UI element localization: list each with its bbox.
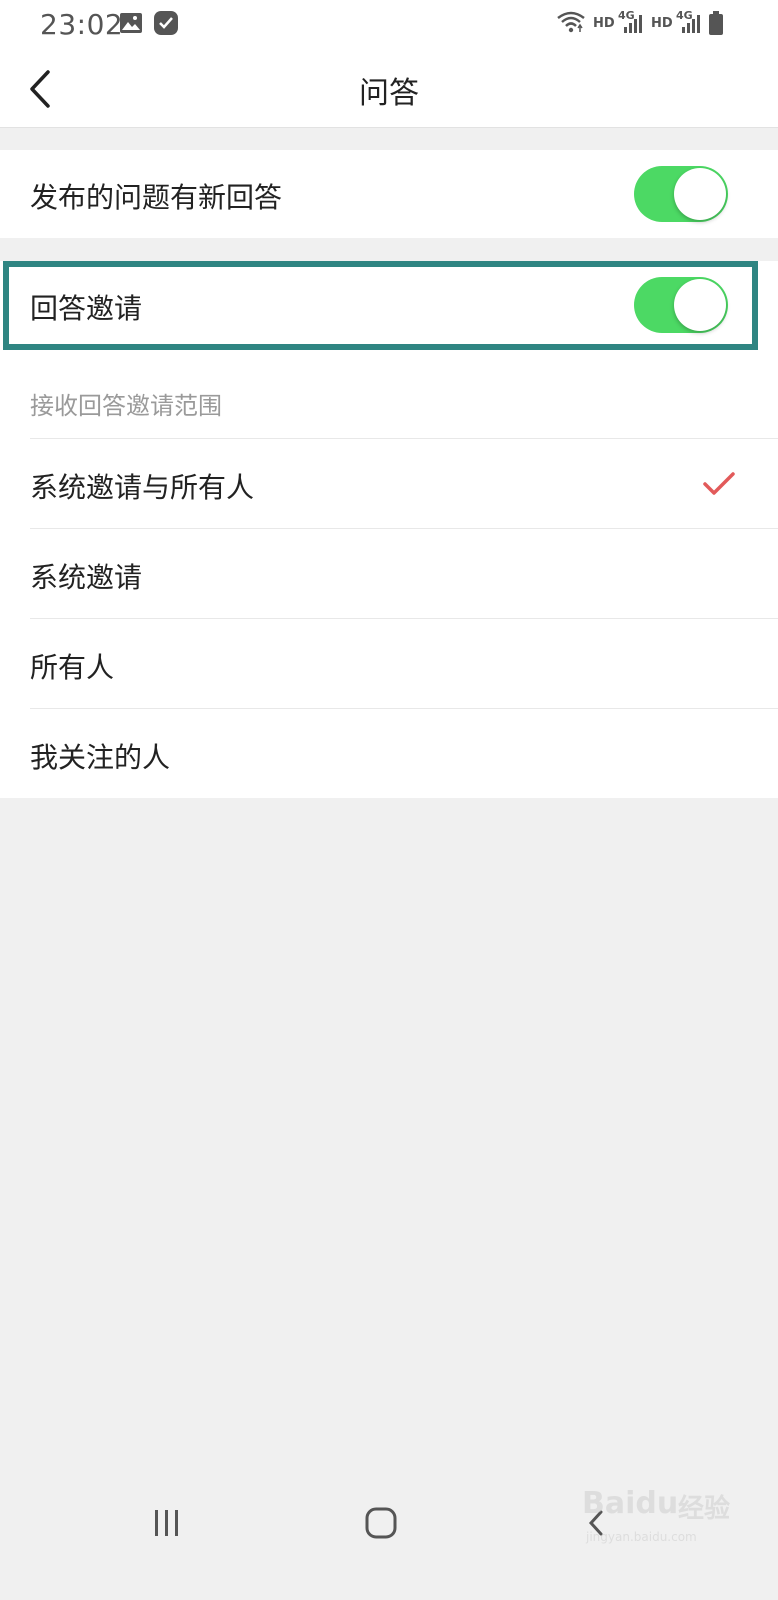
toggle-knob — [674, 168, 726, 220]
scope-option-system-and-all[interactable]: 系统邀请与所有人 — [0, 440, 778, 528]
highlight-annotation — [3, 261, 758, 350]
signal-2-label: HD — [651, 16, 673, 31]
scope-option-label: 我关注的人 — [30, 741, 171, 774]
watermark-brand: Baidu — [582, 1486, 679, 1521]
new-answer-toggle[interactable] — [634, 166, 728, 222]
checkmark-icon — [702, 470, 736, 502]
scope-option-following[interactable]: 我关注的人 — [0, 710, 778, 798]
cell-signal-icon — [680, 12, 702, 38]
page-title: 问答 — [359, 76, 419, 111]
divider — [30, 438, 778, 439]
section-label-invite-scope: 接收回答邀请范围 — [30, 392, 222, 420]
recent-apps-icon[interactable] — [150, 1508, 184, 1542]
wifi-icon — [556, 10, 586, 38]
scope-option-all[interactable]: 所有人 — [0, 620, 778, 708]
scope-option-label: 系统邀请 — [30, 561, 143, 594]
scope-option-label: 所有人 — [30, 651, 115, 684]
divider — [30, 528, 778, 529]
image-icon — [119, 12, 143, 38]
divider — [30, 618, 778, 619]
cell-signal-icon — [622, 12, 644, 38]
scope-option-label: 系统邀请与所有人 — [30, 471, 255, 504]
header: 问答 — [0, 50, 778, 128]
check-badge-icon — [153, 10, 179, 40]
setting-label-new-answer: 发布的问题有新回答 — [30, 181, 283, 214]
setting-row-new-answer: 发布的问题有新回答 — [0, 150, 778, 238]
home-icon[interactable] — [364, 1506, 398, 1544]
divider — [30, 708, 778, 709]
status-time: 23:02 — [40, 8, 124, 41]
watermark: Baidu 经验 jingyan.baidu.com — [582, 1486, 762, 1550]
status-bar: 23:02 HD 4G HD 4G — [0, 0, 778, 50]
watermark-url: jingyan.baidu.com — [586, 1530, 697, 1544]
scope-option-system[interactable]: 系统邀请 — [0, 530, 778, 618]
battery-icon — [708, 10, 724, 40]
watermark-suffix: 经验 — [678, 1494, 731, 1524]
signal-1-label: HD — [593, 16, 615, 31]
